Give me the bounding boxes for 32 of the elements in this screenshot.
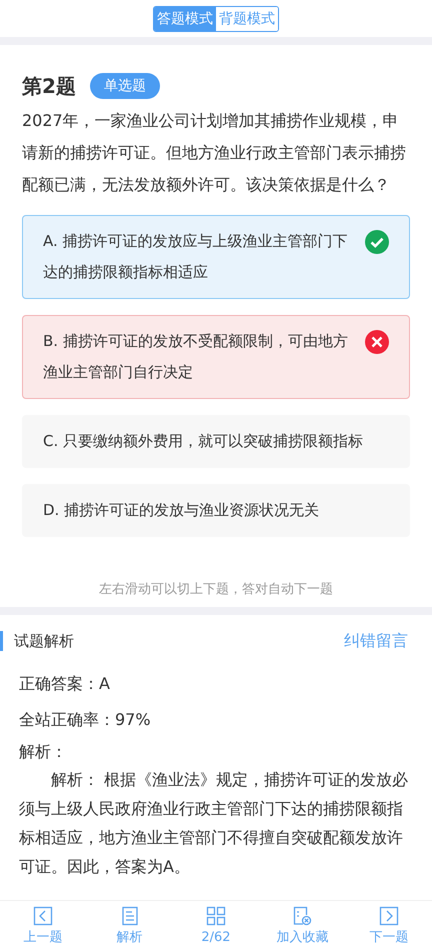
correct-rate: 全站正确率：97%	[19, 709, 152, 731]
document-icon	[120, 906, 140, 926]
analysis-label: 解析：	[19, 741, 68, 763]
correct-answer: 正确答案：A	[19, 673, 111, 695]
option-text: A. 捕捞许可证的发放应与上级渔业主管部门下达的捕捞限额指标相适应	[43, 231, 349, 283]
check-icon	[365, 230, 389, 254]
option-text: B. 捕捞许可证的发放不受配额限制，可由地方渔业主管部门自行决定	[43, 331, 349, 383]
close-icon	[365, 330, 389, 354]
mode-tab[interactable]: 背题模式	[216, 6, 278, 30]
answer-option[interactable]: B. 捕捞许可证的发放不受配额限制，可由地方渔业主管部门自行决定	[22, 315, 410, 399]
chevron-left-icon	[33, 906, 54, 926]
answer-option[interactable]: A. 捕捞许可证的发放应与上级渔业主管部门下达的捕捞限额指标相适应	[22, 215, 410, 299]
chevron-right-icon	[378, 906, 399, 926]
section-title: 试题解析	[0, 631, 74, 651]
nav-button[interactable]: 上一题	[8, 906, 78, 946]
nav-button[interactable]: 加入收藏	[267, 906, 338, 946]
nav-button[interactable]: 解析	[94, 906, 165, 946]
nav-button[interactable]: 2/62	[180, 906, 251, 946]
feedback-link[interactable]: 纠错留言	[344, 629, 408, 653]
answer-option[interactable]: C. 只要缴纳额外费用，就可以突破捕捞限额指标	[22, 415, 410, 468]
question-text: 2027年，一家渔业公司计划增加其捕捞作业规模，申请新的捕捞许可证。但地方渔业行政主管部门表示捕捞配额已满，无法发放额外许可。该决策依据是什么？	[22, 110, 407, 196]
answer-option[interactable]: D. 捕捞许可证的发放与渔业资源状况无关	[22, 484, 410, 537]
question-number: 第2题	[22, 73, 76, 100]
question-type-tag: 单选题	[90, 73, 160, 99]
swipe-hint: 左右滑动可以切上下题，答对自动下一题	[99, 580, 333, 598]
document-remove-icon	[292, 906, 312, 926]
option-text: D. 捕捞许可证的发放与渔业资源状况无关	[43, 500, 320, 521]
analysis-text: 解析： 根据《渔业法》规定，捕捞许可证的发放必须与上级人民政府渔业行政主管部门下达的捕捞限额指标相适应，地方渔业主管部门不得擅自突破配额发放许可证。因此，答案为A。	[19, 769, 410, 878]
option-text: C. 只要缴纳额外费用，就可以突破捕捞限额指标	[43, 431, 364, 452]
nav-button[interactable]: 下一题	[354, 906, 424, 946]
grid-icon	[206, 906, 226, 926]
mode-tab[interactable]: 答题模式	[154, 6, 216, 30]
